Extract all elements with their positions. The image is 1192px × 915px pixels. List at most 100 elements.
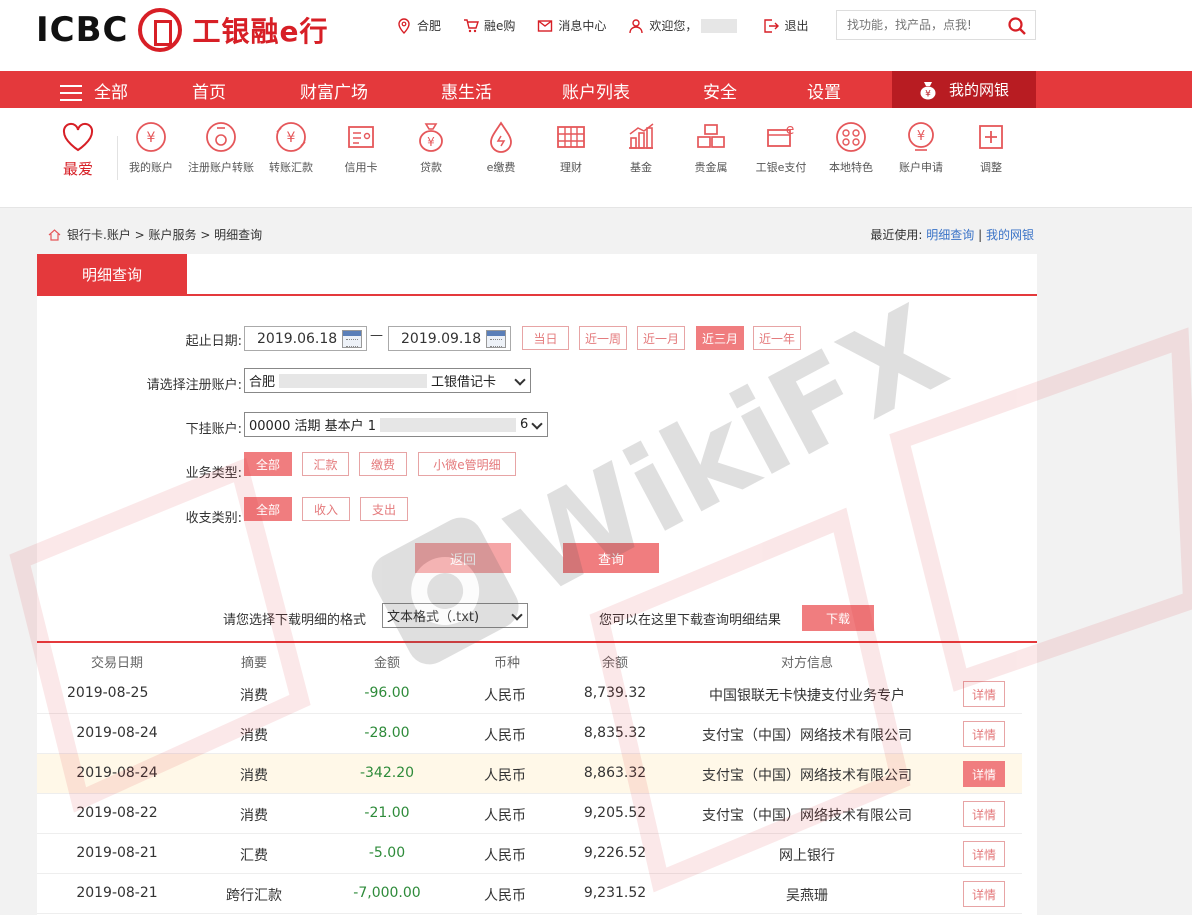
top-links: 合肥 融e购 消息中心 欢迎您， 退出: [396, 17, 830, 34]
quick-year[interactable]: 近一年: [753, 326, 801, 350]
chevron-down-icon: [531, 418, 543, 430]
cell-summary: 消费: [240, 728, 268, 744]
biz-payment[interactable]: 缴费: [359, 452, 407, 476]
back-button[interactable]: 返回: [415, 543, 511, 573]
cell-currency: 人民币: [484, 808, 526, 824]
user-welcome[interactable]: 欢迎您，: [628, 17, 741, 34]
cart-icon: [464, 18, 479, 32]
date-to-input[interactable]: 2019.09.18: [388, 326, 511, 351]
nav-mybank[interactable]: ¥ 我的网银: [892, 71, 1036, 108]
recent-link-mybank[interactable]: 我的网银: [986, 228, 1034, 242]
masked-username: [701, 18, 738, 33]
icon-adjust[interactable]: 调整: [956, 120, 1026, 175]
sub-account-label: 下挂账户:: [185, 422, 242, 437]
tab-detail-query[interactable]: 明细查询: [37, 254, 187, 294]
account-select[interactable]: 合肥 工银借记卡: [244, 368, 531, 393]
detail-query-panel: 明细查询 起止日期: 2019.06.18 — 2019.09.18 当日 近一…: [37, 254, 1037, 915]
icon-epay[interactable]: e缴费: [466, 120, 536, 175]
biz-micro[interactable]: 小微e管明细: [418, 452, 516, 476]
quick-today[interactable]: 当日: [522, 326, 569, 350]
io-expense[interactable]: 支出: [360, 497, 408, 521]
query-button[interactable]: 查询: [563, 543, 659, 573]
date-from-input[interactable]: 2019.06.18: [244, 326, 367, 351]
th-amount: 金额: [373, 656, 400, 671]
apply-icon: ¥: [908, 122, 934, 151]
cell-party: 吴燕珊: [786, 888, 828, 904]
icon-credit-card[interactable]: 信用卡: [326, 120, 396, 175]
biz-all[interactable]: 全部: [244, 452, 292, 476]
detail-button[interactable]: 详情: [963, 721, 1005, 747]
detail-button[interactable]: 详情: [963, 801, 1005, 827]
nav-settings[interactable]: 设置: [807, 78, 841, 103]
credit-card-icon: [348, 126, 374, 148]
epay-icon: e: [767, 122, 794, 147]
cell-amount: -342.20: [359, 765, 415, 781]
detail-button[interactable]: 详情: [963, 761, 1005, 787]
cell-balance: 8,739.32: [583, 685, 647, 701]
money-bag-icon: ¥: [920, 81, 936, 99]
nav-accounts[interactable]: 账户列表: [562, 78, 630, 103]
quick-three-months[interactable]: 近三月: [696, 326, 744, 350]
search-box[interactable]: [836, 10, 1036, 40]
detail-button[interactable]: 详情: [963, 881, 1005, 907]
cell-balance: 9,226.52: [583, 845, 647, 861]
icon-icbc-epay[interactable]: e 工银e支付: [746, 120, 816, 175]
nav-all[interactable]: 全部: [60, 78, 128, 103]
icon-gold[interactable]: 贵金属: [676, 120, 746, 175]
masked-account-number: [279, 373, 428, 388]
favorites[interactable]: 最爱: [56, 122, 100, 179]
icbc-logo[interactable]: ICBC 工银融e行: [36, 8, 328, 52]
icon-loan[interactable]: ¥ 贷款: [396, 120, 466, 175]
nav-life[interactable]: 惠生活: [441, 78, 492, 103]
nav-security[interactable]: 安全: [703, 78, 737, 103]
nav-wealth[interactable]: 财富广场: [300, 78, 368, 103]
quick-week[interactable]: 近一周: [579, 326, 627, 350]
cell-amount: -28.00: [364, 725, 410, 741]
cell-amount: -96.00: [364, 685, 410, 701]
cell-balance: 9,231.52: [583, 885, 647, 901]
icon-fund[interactable]: 基金: [606, 120, 676, 175]
cell-party: 中国银联无卡快捷支付业务专户: [709, 688, 905, 704]
cell-party: 支付宝（中国）网络技术有限公司: [702, 768, 912, 784]
shop-link[interactable]: 融e购: [463, 17, 515, 34]
cell-summary: 跨行汇款: [226, 888, 282, 904]
icon-finance[interactable]: 理财: [536, 120, 606, 175]
heart-icon: [62, 122, 94, 152]
cell-balance: 8,835.32: [583, 725, 647, 741]
download-format-select[interactable]: 文本格式（.txt): [382, 603, 528, 628]
icon-register-transfer[interactable]: 注册账户转账: [186, 120, 256, 175]
breadcrumb-path[interactable]: 银行卡.账户 > 账户服务 > 明细查询: [67, 226, 262, 243]
nav-home[interactable]: 首页: [192, 78, 226, 103]
messages-link[interactable]: 消息中心: [537, 17, 606, 34]
download-button[interactable]: 下载: [802, 605, 874, 631]
user-icon: [629, 18, 644, 33]
logout-link[interactable]: 退出: [763, 17, 808, 34]
location-link[interactable]: 合肥: [396, 17, 441, 34]
detail-button[interactable]: 详情: [963, 841, 1005, 867]
io-income[interactable]: 收入: [302, 497, 350, 521]
logo-cn-text: 工银融e行: [192, 15, 329, 48]
menu-icon: [60, 85, 82, 101]
home-icon[interactable]: [48, 228, 61, 241]
icon-transfer[interactable]: ¥ 转账汇款: [256, 120, 326, 175]
download-hint: 您可以在这里下载查询明细结果: [599, 613, 782, 628]
quick-month[interactable]: 近一月: [637, 326, 685, 350]
download-format-label: 请您选择下载明细的格式: [223, 613, 367, 628]
cell-currency: 人民币: [484, 688, 526, 704]
location-pin-icon: [398, 17, 410, 34]
sub-account-select[interactable]: 00000 活期 基本户 1 6: [244, 412, 548, 437]
calendar-icon[interactable]: [342, 330, 362, 348]
icon-my-account[interactable]: ¥ 我的账户: [116, 120, 186, 175]
search-icon[interactable]: [1007, 16, 1027, 36]
detail-button[interactable]: 详情: [963, 681, 1005, 707]
search-input[interactable]: [847, 18, 1007, 32]
icon-local[interactable]: 本地特色: [816, 120, 886, 175]
icon-account-apply[interactable]: ¥ 账户申请: [886, 120, 956, 175]
chevron-down-icon: [511, 609, 523, 621]
io-all[interactable]: 全部: [244, 497, 292, 521]
calendar-icon[interactable]: [486, 330, 506, 348]
mail-icon: [538, 19, 553, 32]
recent-link-detail-query[interactable]: 明细查询: [926, 228, 974, 242]
biz-remit[interactable]: 汇款: [302, 452, 349, 476]
cell-date: 2019-08-24: [76, 765, 158, 781]
